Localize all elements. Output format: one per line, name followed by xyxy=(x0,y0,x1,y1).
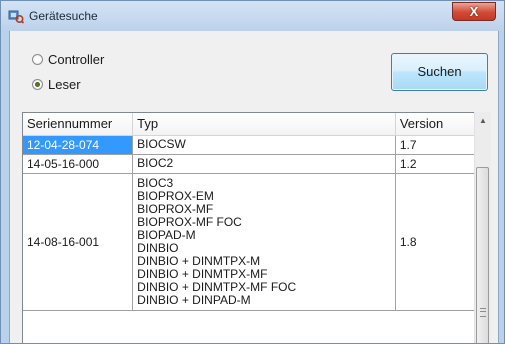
table-row[interactable]: 14-05-16-000 BIOC2 1.2 xyxy=(23,154,487,174)
version-cell[interactable]: 1.7 xyxy=(395,135,487,155)
scroll-thumb[interactable] xyxy=(476,167,489,343)
type-entry: DINBIO + DINPAD-M xyxy=(137,292,251,307)
type-entry: BIOPAD-M xyxy=(137,227,196,242)
radio-leser-label: Leser xyxy=(48,76,81,92)
table-row[interactable]: 14-08-16-001 BIOC3 BIOPROX-EM BIOPROX-MF… xyxy=(23,173,487,311)
scroll-grip-icon xyxy=(480,308,486,317)
device-table: Seriennummer Typ Version 12-04-28-074 BI… xyxy=(22,112,488,343)
type-entry: BIOC3 xyxy=(137,175,174,190)
serial-cell[interactable]: 12-04-28-074 xyxy=(23,135,134,155)
table-row[interactable]: 12-04-28-074 BIOCSW 1.7 xyxy=(23,135,487,155)
app-icon xyxy=(8,10,24,24)
type-entry: DINBIO xyxy=(137,240,179,255)
close-icon: X xyxy=(469,4,479,19)
type-cell[interactable]: BIOC3 BIOPROX-EM BIOPROX-MF BIOPROX-MF F… xyxy=(132,173,396,311)
type-entry: DINBIO + DINMTPX-MF FOC xyxy=(137,279,297,294)
column-header-serial[interactable]: Seriennummer xyxy=(23,113,134,136)
version-cell[interactable]: 1.8 xyxy=(395,173,487,311)
column-header-version[interactable]: Version xyxy=(395,113,487,136)
radio-controller-circle[interactable] xyxy=(32,53,43,65)
search-button[interactable]: Suchen xyxy=(391,53,488,91)
arrow-up-icon[interactable]: ▲ xyxy=(475,112,491,129)
serial-cell[interactable]: 14-05-16-000 xyxy=(23,154,134,174)
version-cell[interactable]: 1.2 xyxy=(395,154,487,174)
radio-leser[interactable]: Leser xyxy=(32,76,81,92)
radio-leser-circle[interactable] xyxy=(32,78,43,90)
title-bar[interactable]: Gerätesuche X xyxy=(1,1,504,31)
type-entry: DINBIO + DINMTPX-M xyxy=(137,253,261,268)
vertical-scrollbar[interactable]: ▲ xyxy=(474,112,491,343)
type-entry: DINBIO + DINMTPX-MF xyxy=(137,266,268,281)
table-header-row: Seriennummer Typ Version xyxy=(23,113,487,136)
column-header-type[interactable]: Typ xyxy=(132,113,396,136)
dialog-body: Controller Leser Suchen Seriennummer Typ… xyxy=(9,31,499,343)
type-entry: BIOPROX-MF xyxy=(137,201,214,216)
type-cell[interactable]: BIOC2 xyxy=(132,154,396,174)
type-entry: BIOC2 xyxy=(137,156,174,170)
window-title: Gerätesuche xyxy=(29,9,98,23)
type-cell[interactable]: BIOCSW xyxy=(132,135,396,155)
type-entry: BIOCSW xyxy=(137,137,186,151)
device-search-window: Gerätesuche X Controller Leser Suchen Se… xyxy=(0,0,505,344)
device-grid: Seriennummer Typ Version 12-04-28-074 BI… xyxy=(23,113,487,311)
type-entry: BIOPROX-EM xyxy=(137,188,214,203)
radio-controller[interactable]: Controller xyxy=(32,51,104,67)
radio-controller-label: Controller xyxy=(48,51,105,67)
type-entry: BIOPROX-MF FOC xyxy=(137,214,242,229)
serial-cell[interactable]: 14-08-16-001 xyxy=(23,173,134,311)
close-button[interactable]: X xyxy=(452,2,496,21)
